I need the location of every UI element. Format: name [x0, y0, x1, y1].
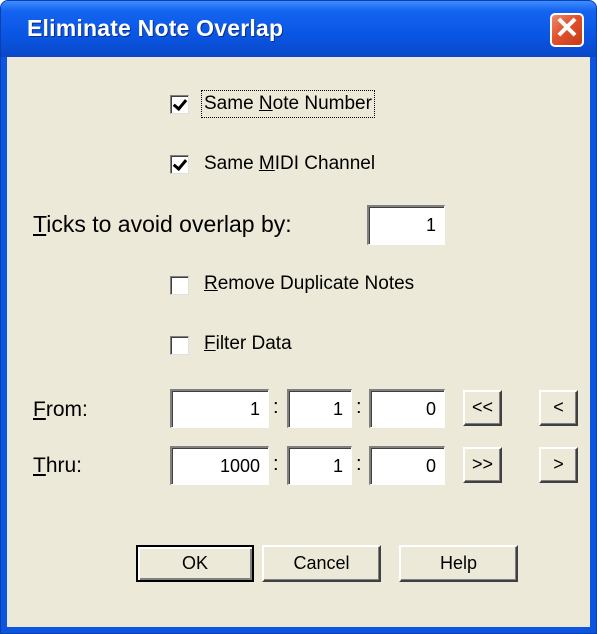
same-midi-channel-checkbox[interactable]	[170, 155, 189, 174]
thru-separator-2: :	[356, 453, 362, 475]
cancel-button[interactable]: Cancel	[262, 545, 381, 582]
thru-beat-input[interactable]: 1	[287, 446, 352, 485]
dialog-window: Eliminate Note Overlap ✕ Same Note Numbe…	[0, 0, 597, 634]
remove-duplicates-checkbox[interactable]	[170, 276, 189, 295]
from-tick-input[interactable]: 0	[369, 389, 445, 428]
same-note-number-label[interactable]: Same Note Number	[201, 90, 375, 118]
title-bar[interactable]: Eliminate Note Overlap ✕	[1, 1, 596, 57]
from-bar-input[interactable]: 1	[170, 389, 269, 428]
help-button[interactable]: Help	[399, 545, 518, 582]
last-button[interactable]: >>	[463, 447, 502, 483]
filter-data-checkbox[interactable]	[170, 336, 189, 355]
close-button[interactable]: ✕	[550, 13, 584, 47]
window-title: Eliminate Note Overlap	[27, 15, 284, 41]
close-icon: ✕	[554, 12, 580, 45]
ok-button[interactable]: OK	[136, 545, 254, 582]
prev-button[interactable]: <	[539, 390, 578, 426]
thru-label: Thru:	[33, 454, 83, 477]
dialog-body: Same Note Number Same MIDI Channel Ticks…	[7, 57, 590, 627]
thru-separator-1: :	[273, 453, 279, 475]
first-button[interactable]: <<	[463, 390, 502, 426]
remove-duplicates-label[interactable]: Remove Duplicate Notes	[204, 273, 414, 295]
from-label: From:	[33, 398, 88, 421]
next-button[interactable]: >	[539, 447, 578, 483]
from-separator-2: :	[356, 396, 362, 418]
thru-bar-input[interactable]: 1000	[170, 446, 269, 485]
ticks-input[interactable]: 1	[367, 205, 445, 245]
same-midi-channel-label[interactable]: Same MIDI Channel	[204, 153, 375, 175]
from-separator-1: :	[273, 396, 279, 418]
same-note-number-checkbox[interactable]	[170, 95, 189, 114]
ticks-label: Ticks to avoid overlap by:	[33, 211, 292, 237]
from-beat-input[interactable]: 1	[287, 389, 352, 428]
thru-tick-input[interactable]: 0	[369, 446, 445, 485]
filter-data-label[interactable]: Filter Data	[204, 333, 292, 355]
